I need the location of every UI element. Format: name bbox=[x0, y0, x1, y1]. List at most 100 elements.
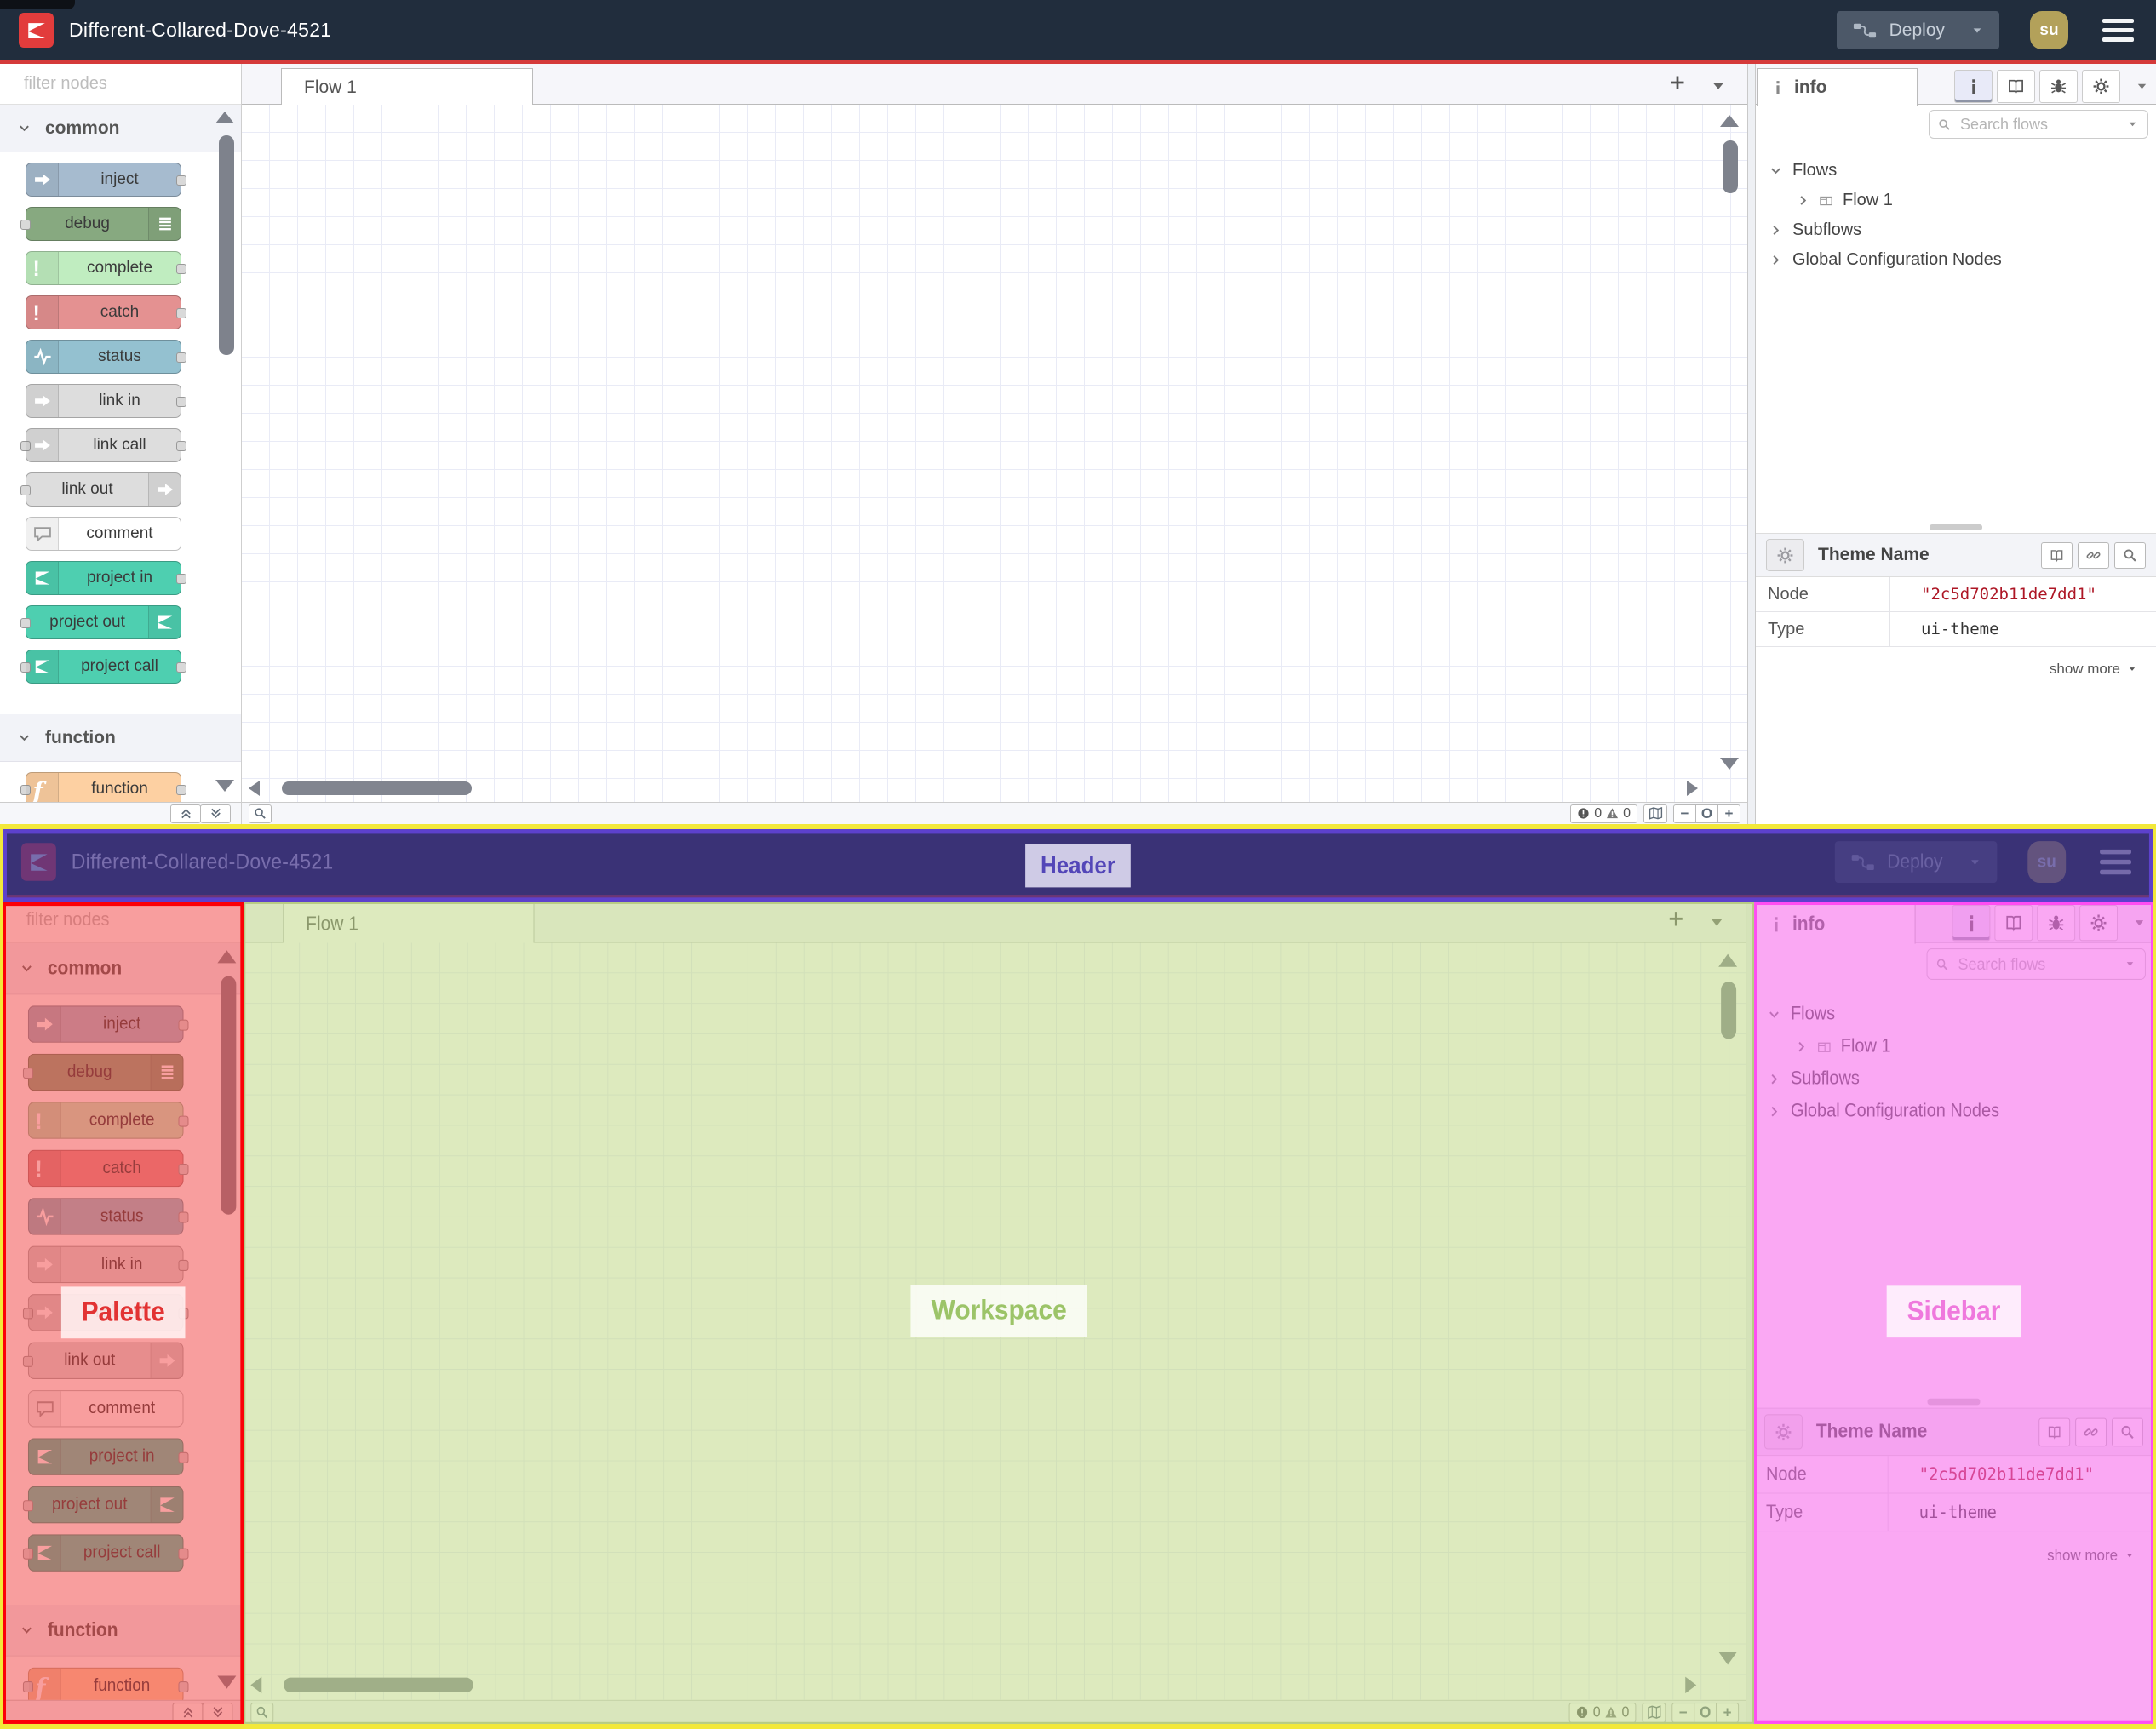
help-tool-button[interactable] bbox=[1997, 70, 2035, 103]
chevron-down-icon[interactable] bbox=[2124, 959, 2136, 970]
expand-all-button[interactable] bbox=[202, 1702, 233, 1723]
canvas-scroll-up[interactable] bbox=[1718, 953, 1738, 967]
info-tool-button[interactable] bbox=[1954, 70, 1993, 103]
deploy-button[interactable]: Deploy bbox=[1836, 11, 1999, 49]
debug-tool-button[interactable] bbox=[2039, 70, 2078, 103]
canvas-hscrollbar-thumb[interactable] bbox=[282, 781, 472, 795]
palette-section-function[interactable]: function bbox=[3, 1604, 244, 1657]
main-menu-button[interactable] bbox=[2096, 846, 2135, 879]
palette-node-debug[interactable]: debug bbox=[22, 1053, 184, 1091]
palette-node-link-call[interactable]: link call bbox=[20, 428, 186, 462]
palette-scroll-down[interactable] bbox=[215, 780, 234, 793]
node-search-button[interactable] bbox=[2114, 541, 2146, 569]
navigator-button[interactable] bbox=[1642, 1702, 1666, 1723]
palette-node-inject[interactable]: inject bbox=[26, 163, 186, 197]
sidebar-section-resizer[interactable] bbox=[1754, 1394, 2153, 1407]
palette-node-complete[interactable]: ! complete bbox=[27, 1102, 189, 1139]
palette-node-catch[interactable]: ! catch bbox=[27, 1149, 189, 1188]
avatar[interactable]: su bbox=[2030, 11, 2068, 49]
search-flows-button[interactable] bbox=[249, 804, 272, 823]
show-more-link[interactable]: show more bbox=[1754, 1531, 2153, 1565]
config-tool-button[interactable] bbox=[2082, 70, 2120, 103]
palette-section-function[interactable]: function bbox=[0, 714, 241, 762]
help-tool-button[interactable] bbox=[1994, 905, 2033, 942]
search-flows-box[interactable] bbox=[1929, 110, 2148, 139]
sidebar-splitter[interactable] bbox=[1746, 898, 1755, 1724]
palette-node-link-out[interactable]: link out bbox=[20, 472, 181, 507]
tab-info[interactable]: info bbox=[1757, 68, 1918, 106]
node-link-button[interactable] bbox=[2078, 541, 2109, 569]
search-flows-input[interactable] bbox=[1956, 953, 2117, 975]
tree-item-flows[interactable]: Flows bbox=[1756, 156, 2156, 186]
chevron-down-icon[interactable] bbox=[1968, 856, 1981, 868]
collapse-all-button[interactable] bbox=[172, 1702, 204, 1723]
palette-node-link-call[interactable]: link call bbox=[22, 1294, 189, 1331]
palette-node-link-in[interactable]: link in bbox=[26, 384, 186, 418]
show-more-link[interactable]: show more bbox=[1756, 647, 2156, 678]
flow-canvas[interactable] bbox=[242, 105, 1747, 802]
zoom-in-button[interactable]: + bbox=[1717, 804, 1740, 823]
palette-section-common[interactable]: common bbox=[3, 942, 244, 995]
tab-info[interactable]: info bbox=[1756, 902, 1916, 944]
filter-nodes-input[interactable] bbox=[22, 73, 251, 94]
zoom-out-button[interactable]: − bbox=[1671, 1702, 1695, 1723]
notification-counts[interactable]: 0 0 bbox=[1568, 1702, 1637, 1723]
tree-item-global-config[interactable]: Global Configuration Nodes bbox=[1756, 245, 2156, 275]
filter-nodes-input[interactable] bbox=[24, 908, 254, 932]
canvas-scroll-right[interactable] bbox=[1685, 1676, 1697, 1694]
canvas-vscrollbar-thumb[interactable] bbox=[1723, 140, 1738, 193]
palette-node-link-out[interactable]: link out bbox=[22, 1342, 184, 1379]
palette-scrollbar-thumb[interactable] bbox=[221, 976, 237, 1215]
canvas-scroll-down[interactable] bbox=[1718, 1652, 1738, 1665]
add-flow-button[interactable] bbox=[1669, 74, 1686, 91]
debug-tool-button[interactable] bbox=[2037, 905, 2076, 942]
palette-node-status[interactable]: status bbox=[26, 340, 186, 374]
tree-item-global-config[interactable]: Global Configuration Nodes bbox=[1754, 1096, 2153, 1128]
flow-list-dropdown[interactable] bbox=[1710, 77, 1727, 94]
palette-node-project-call[interactable]: project call bbox=[22, 1534, 189, 1572]
search-flows-input[interactable] bbox=[1958, 114, 2119, 135]
tree-item-subflows[interactable]: Subflows bbox=[1754, 1063, 2153, 1096]
palette-node-project-call[interactable]: project call bbox=[20, 650, 186, 684]
palette-node-comment[interactable]: comment bbox=[27, 1390, 184, 1428]
palette-node-inject[interactable]: inject bbox=[27, 1005, 189, 1043]
expand-all-button[interactable] bbox=[200, 804, 231, 823]
palette-node-project-in[interactable]: project in bbox=[26, 561, 186, 595]
palette-node-link-in[interactable]: link in bbox=[27, 1245, 189, 1284]
palette-node-project-out[interactable]: project out bbox=[20, 605, 181, 639]
search-flows-button[interactable] bbox=[250, 1702, 274, 1723]
palette-search[interactable] bbox=[0, 64, 251, 105]
flow-list-dropdown[interactable] bbox=[1708, 913, 1725, 932]
collapse-all-button[interactable] bbox=[170, 804, 201, 823]
palette-node-project-out[interactable]: project out bbox=[22, 1486, 184, 1524]
node-search-button[interactable] bbox=[2112, 1417, 2143, 1446]
add-flow-button[interactable] bbox=[1667, 909, 1684, 928]
palette-node-complete[interactable]: ! complete bbox=[26, 251, 186, 285]
deploy-button[interactable]: Deploy bbox=[1834, 841, 1998, 883]
canvas-scroll-up[interactable] bbox=[1720, 115, 1739, 127]
tree-item-flow-1[interactable]: Flow 1 bbox=[1754, 1031, 2153, 1063]
zoom-out-button[interactable]: − bbox=[1673, 804, 1696, 823]
canvas-hscrollbar-thumb[interactable] bbox=[284, 1677, 473, 1693]
palette-node-catch[interactable]: ! catch bbox=[26, 295, 186, 329]
chevron-down-icon[interactable] bbox=[2126, 119, 2139, 129]
tree-item-flows[interactable]: Flows bbox=[1754, 999, 2153, 1031]
zoom-reset-button[interactable]: O bbox=[1694, 1702, 1717, 1723]
palette-node-status[interactable]: status bbox=[27, 1198, 189, 1235]
avatar[interactable]: su bbox=[2027, 841, 2067, 883]
zoom-reset-button[interactable]: O bbox=[1695, 804, 1718, 823]
canvas-scroll-left[interactable] bbox=[250, 1676, 262, 1694]
palette-node-debug[interactable]: debug bbox=[20, 207, 181, 241]
canvas-scroll-left[interactable] bbox=[249, 781, 260, 796]
palette-scroll-down[interactable] bbox=[217, 1675, 237, 1691]
tab-flow-1[interactable]: Flow 1 bbox=[283, 902, 535, 944]
zoom-in-button[interactable]: + bbox=[1716, 1702, 1740, 1723]
search-flows-box[interactable] bbox=[1926, 948, 2146, 980]
info-tool-button[interactable] bbox=[1952, 905, 1991, 942]
canvas-scroll-right[interactable] bbox=[1687, 781, 1698, 796]
sidebar-menu-dropdown[interactable] bbox=[2135, 80, 2149, 93]
flow-canvas[interactable] bbox=[244, 942, 1746, 1700]
sidebar-section-resizer[interactable] bbox=[1756, 521, 2156, 533]
canvas-hscrollbar[interactable] bbox=[244, 1672, 1712, 1698]
tab-flow-1[interactable]: Flow 1 bbox=[281, 68, 533, 106]
